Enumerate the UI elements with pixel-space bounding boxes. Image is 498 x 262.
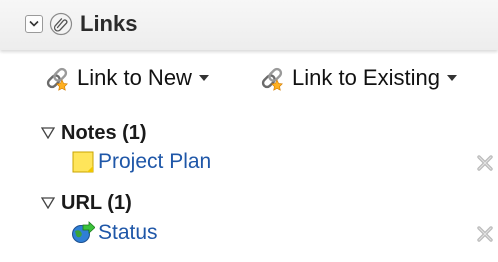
- dropdown-caret-icon: [198, 74, 209, 81]
- group-title-notes: Notes (1): [61, 122, 147, 144]
- note-icon: [72, 151, 94, 173]
- links-panel: Links Link to New Link to Existing Notes…: [0, 0, 498, 262]
- link-to-existing-label: Link to Existing: [292, 65, 440, 90]
- list-item-status[interactable]: Status: [71, 221, 158, 245]
- chain-link-add-icon: [46, 67, 68, 91]
- paperclip-icon: [49, 12, 73, 36]
- group-header-url[interactable]: URL (1): [41, 191, 132, 215]
- link-to-new-button[interactable]: Link to New: [43, 61, 209, 95]
- chevron-down-icon: [29, 20, 39, 27]
- link-to-new-label: Link to New: [77, 65, 192, 90]
- panel-header: Links: [0, 0, 498, 50]
- dropdown-caret-icon: [446, 74, 457, 81]
- panel-title: Links: [80, 11, 138, 36]
- delete-link-icon[interactable]: [474, 152, 496, 174]
- group-header-notes[interactable]: Notes (1): [41, 121, 147, 145]
- group-title-url: URL (1): [61, 192, 132, 214]
- chain-link-existing-icon: [261, 67, 283, 91]
- delete-link-icon[interactable]: [474, 223, 496, 245]
- url-globe-icon: [72, 221, 95, 243]
- link-status[interactable]: Status: [98, 221, 158, 245]
- expanded-triangle-icon: [41, 197, 55, 209]
- expanded-triangle-icon: [41, 127, 55, 139]
- list-item-project-plan[interactable]: Project Plan: [71, 150, 211, 174]
- link-to-existing-button[interactable]: Link to Existing: [258, 61, 457, 95]
- collapse-toggle-button[interactable]: [25, 15, 43, 33]
- link-project-plan[interactable]: Project Plan: [98, 150, 211, 174]
